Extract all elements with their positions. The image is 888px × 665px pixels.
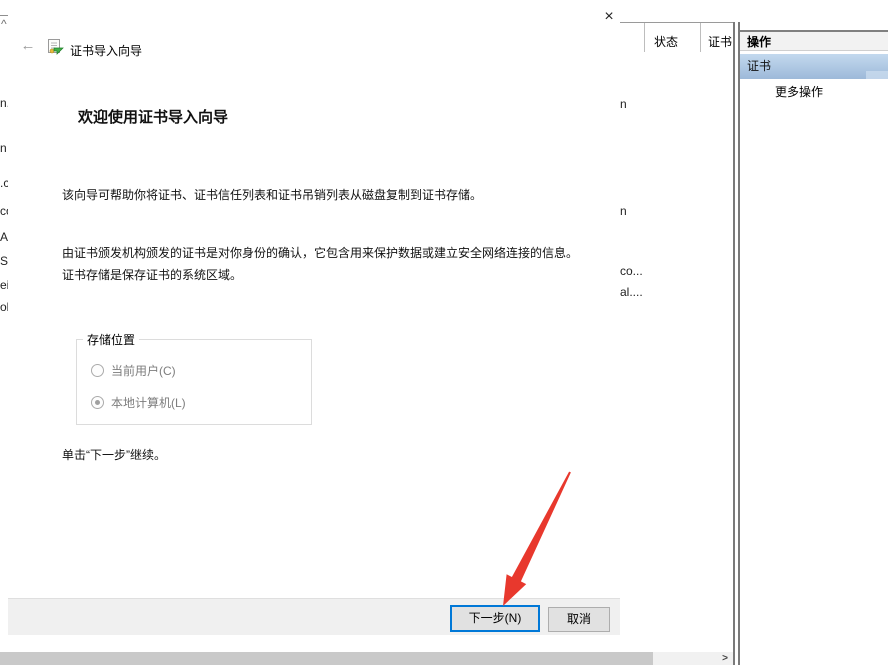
back-arrow-icon[interactable]: ← bbox=[18, 36, 38, 56]
more-actions-item[interactable]: 更多操作 bbox=[775, 83, 823, 100]
clipped-list-text: co... bbox=[620, 264, 643, 278]
wizard-description-text: 由证书颁发机构颁发的证书是对你身份的确认，它包含用来保护数据或建立安全网络连接的… bbox=[62, 242, 586, 286]
clipped-list-text: n bbox=[0, 141, 7, 155]
wizard-title: 证书导入向导 bbox=[70, 42, 142, 59]
wizard-footer: 下一步(N) 取消 bbox=[8, 598, 620, 635]
pane-separator[interactable] bbox=[733, 22, 740, 665]
cancel-button[interactable]: 取消 bbox=[548, 607, 610, 632]
radio-label: 当前用户(C) bbox=[111, 362, 176, 379]
store-location-groupbox: 存储位置 当前用户(C) 本地计算机(L) bbox=[76, 339, 312, 425]
radio-checked-icon bbox=[91, 396, 104, 409]
clipped-list-text: n bbox=[620, 97, 627, 111]
certificate-import-icon bbox=[46, 38, 64, 56]
radio-current-user[interactable]: 当前用户(C) bbox=[91, 362, 176, 378]
close-icon[interactable]: × bbox=[598, 6, 620, 28]
store-location-label: 存储位置 bbox=[83, 331, 139, 348]
column-header-certificate[interactable]: 证书 bbox=[708, 33, 732, 50]
next-button[interactable]: 下一步(N) bbox=[450, 605, 540, 632]
screen: ^ n.c n .c co A I SA ei ol n n co... al.… bbox=[0, 0, 888, 665]
actions-pane: 操作 证书 更多操作 bbox=[740, 30, 888, 665]
wizard-hint-text: 单击“下一步”继续。 bbox=[62, 446, 166, 463]
column-separator bbox=[700, 23, 701, 52]
selection-corner bbox=[866, 71, 888, 79]
radio-icon bbox=[91, 364, 104, 377]
hscrollbar-right-arrow-icon[interactable]: > bbox=[717, 652, 733, 665]
collapse-chevron-icon: ^ bbox=[1, 17, 7, 31]
actions-selected-label: 证书 bbox=[747, 59, 771, 73]
radio-label: 本地计算机(L) bbox=[111, 394, 186, 411]
wizard-intro-text: 该向导可帮助你将证书、证书信任列表和证书吊销列表从磁盘复制到证书存储。 bbox=[62, 186, 482, 203]
clipped-list-text: al.... bbox=[620, 285, 643, 299]
certificate-import-wizard-dialog: × ← 证书导入向导 欢迎使用证书导入向导 该向导可帮助你将证书、证书信任列表和… bbox=[8, 0, 620, 635]
clipped-list-text: n bbox=[620, 204, 627, 218]
column-separator bbox=[644, 23, 645, 52]
radio-local-machine[interactable]: 本地计算机(L) bbox=[91, 394, 186, 410]
hscrollbar-thumb[interactable] bbox=[0, 652, 653, 665]
wizard-heading: 欢迎使用证书导入向导 bbox=[78, 106, 228, 127]
list-header-border bbox=[618, 22, 734, 23]
actions-selected-item[interactable]: 证书 bbox=[740, 54, 888, 79]
actions-pane-header: 操作 bbox=[740, 30, 888, 51]
column-header-status[interactable]: 状态 bbox=[654, 33, 678, 50]
